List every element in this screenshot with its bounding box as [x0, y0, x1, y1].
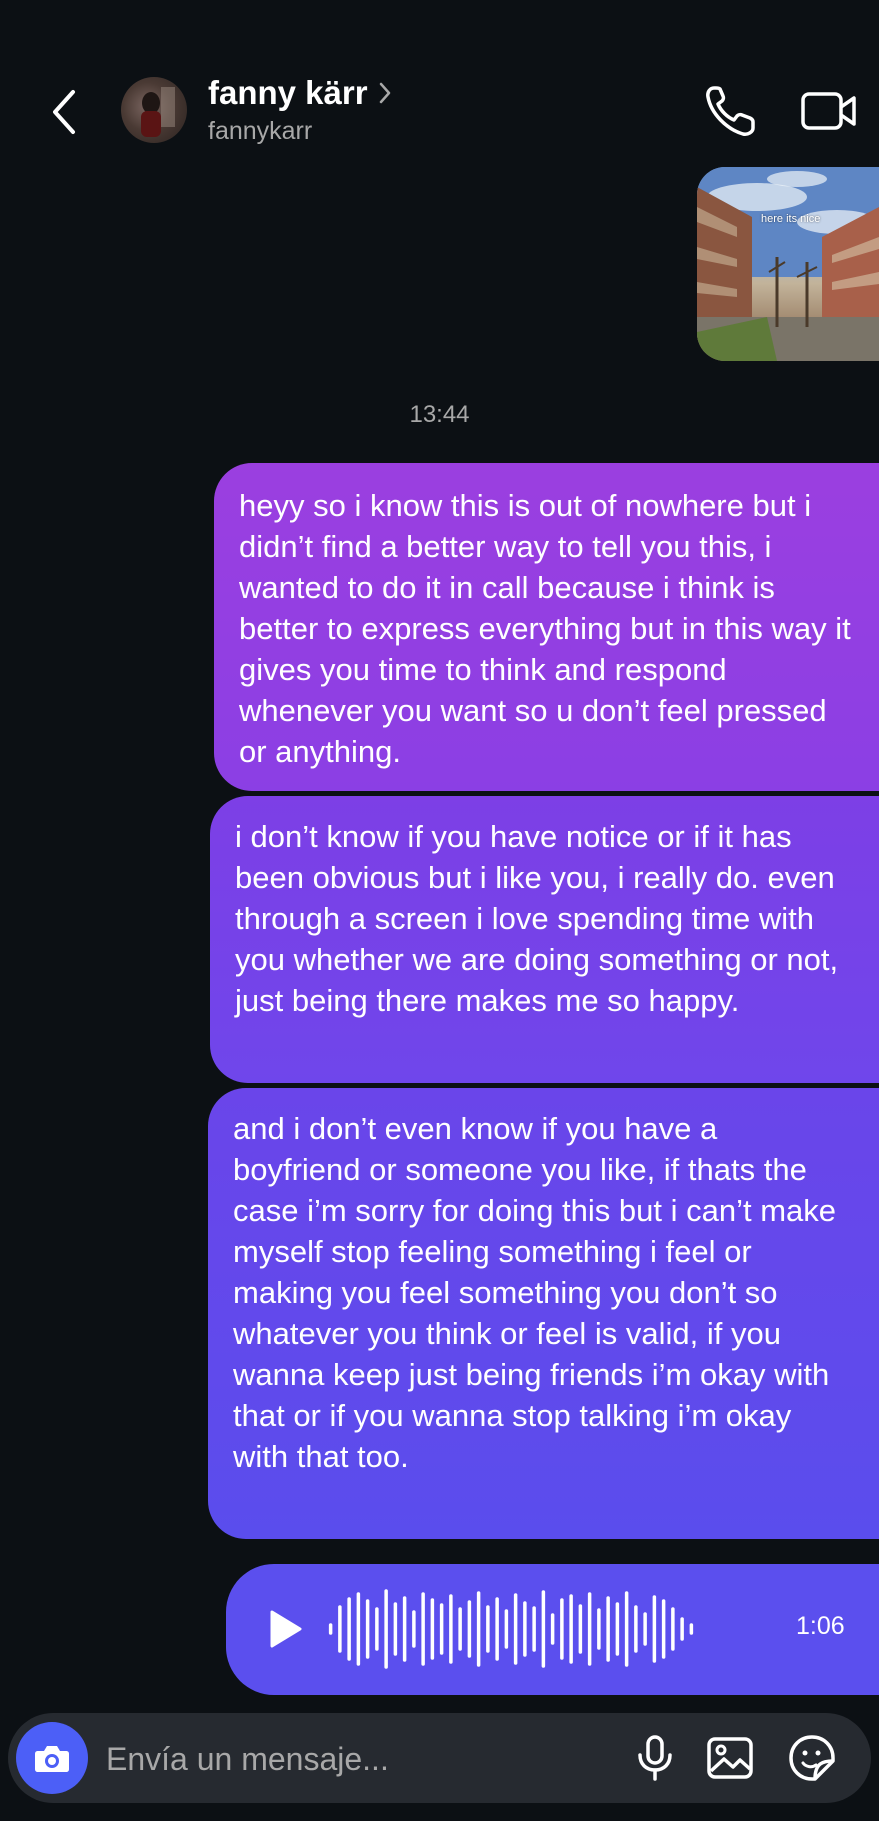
back-button[interactable] [40, 80, 88, 144]
voice-call-button[interactable] [700, 80, 762, 142]
message-text: and i don’t even know if you have a boyf… [233, 1111, 837, 1474]
message-input[interactable] [104, 1735, 608, 1783]
message-timestamp: 13:44 [409, 401, 470, 428]
microphone-icon [638, 1735, 672, 1781]
camera-icon [35, 1746, 69, 1772]
camera-button[interactable] [16, 1722, 88, 1794]
voice-message[interactable]: 1:06 [226, 1564, 879, 1695]
photo-message[interactable]: here its nice [697, 167, 879, 361]
microphone-button[interactable] [630, 1733, 680, 1783]
message-bubble[interactable]: and i don’t even know if you have a boyf… [208, 1088, 879, 1539]
message-bubble[interactable]: i don’t know if you have notice or if it… [210, 796, 879, 1083]
sticker-button[interactable] [787, 1733, 837, 1783]
chevron-right-icon [379, 82, 390, 104]
play-icon [270, 1610, 302, 1648]
message-text: i don’t know if you have notice or if it… [235, 819, 839, 1018]
voice-duration: 1:06 [796, 1612, 845, 1640]
contact-name-text: fanny kärr [208, 74, 368, 111]
photo-street-image [697, 167, 879, 361]
photo-caption: here its nice [761, 213, 821, 225]
play-button[interactable] [256, 1602, 310, 1656]
avatar[interactable] [121, 77, 187, 143]
chevron-left-icon [53, 90, 75, 134]
avatar-photo [141, 87, 175, 137]
contact-name[interactable]: fanny kärr [208, 74, 392, 112]
waveform [328, 1589, 694, 1669]
phone-icon [706, 86, 755, 136]
message-composer [8, 1713, 871, 1803]
sticker-icon [789, 1735, 835, 1781]
image-icon [707, 1737, 753, 1779]
contact-username: fannykarr [208, 117, 313, 145]
message-text: heyy so i know this is out of nowhere bu… [239, 488, 851, 769]
message-bubble[interactable]: heyy so i know this is out of nowhere bu… [214, 463, 879, 791]
gallery-button[interactable] [705, 1733, 755, 1783]
video-call-button[interactable] [798, 80, 860, 142]
video-camera-icon [801, 92, 856, 130]
